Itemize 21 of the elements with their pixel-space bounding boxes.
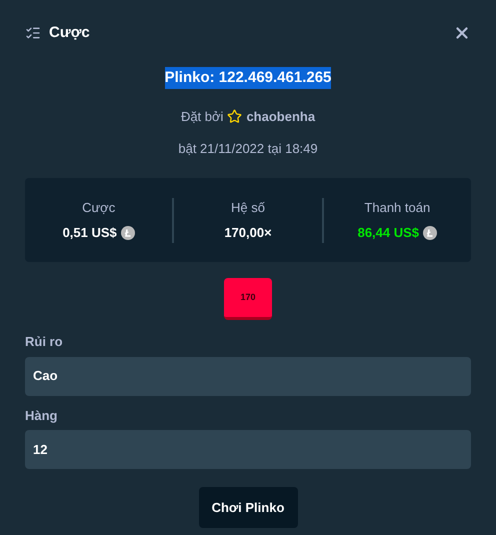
bet-date: bật 21/11/2022 tại 18:49	[178, 140, 318, 158]
multiplier-tile: 170	[224, 278, 272, 320]
stat-value: 170,00×	[224, 224, 272, 242]
stat-value: 0,51 US$	[62, 224, 117, 242]
star-icon	[227, 109, 242, 124]
field-label: Rủi ro	[25, 333, 64, 351]
coin-icon	[423, 226, 438, 240]
coin-icon	[120, 226, 135, 240]
select-field[interactable]: Cao	[25, 356, 471, 396]
username-link[interactable]: chaobenha	[246, 107, 316, 126]
play-button[interactable]: Chơi Plinko	[198, 487, 298, 528]
placed-by-label: Đặt bởi	[180, 108, 224, 126]
stat-label: Hệ số	[231, 198, 265, 216]
bet-id: Plinko: 122.469.461.265	[164, 66, 332, 89]
stat-value: 86,44 US$	[358, 224, 420, 242]
select-field[interactable]: 12	[25, 430, 471, 469]
stat-label: Thanh toán	[364, 198, 430, 216]
dialog-title: Cược	[49, 23, 90, 43]
stat-label: Cược	[82, 198, 116, 216]
checklist-icon	[25, 25, 41, 42]
field-label: Hàng	[25, 406, 58, 425]
